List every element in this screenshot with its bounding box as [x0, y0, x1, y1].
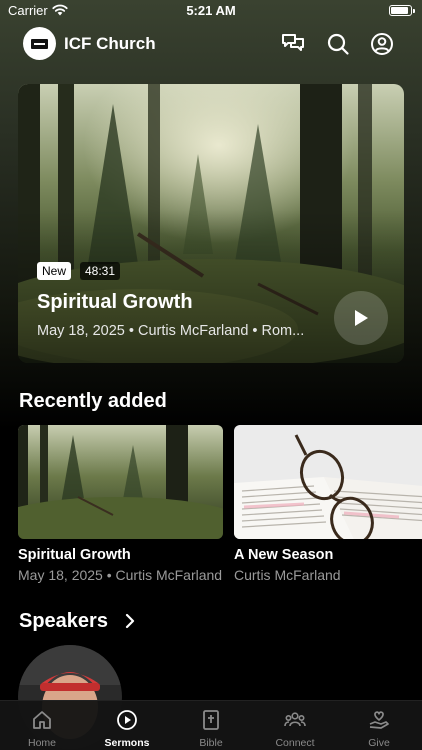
play-circle-icon — [117, 710, 137, 730]
chat-icon — [282, 34, 304, 51]
sermon-thumbnail — [18, 425, 223, 539]
sermon-card[interactable]: Spiritual Growth May 18, 2025 • Curtis M… — [18, 425, 223, 583]
featured-sermon-card[interactable]: New 48:31 Spiritual Growth May 18, 2025 … — [18, 84, 404, 363]
sermon-thumbnail — [234, 425, 422, 539]
sermon-card-title: A New Season — [234, 547, 334, 563]
speakers-heading[interactable]: Speakers — [19, 610, 108, 633]
duration-badge: 48:31 — [80, 262, 121, 280]
play-button[interactable] — [334, 291, 388, 345]
tab-bible-label: Bible — [199, 737, 223, 749]
sermon-card-subtitle: May 18, 2025 • Curtis McFarland — [18, 567, 223, 583]
account-button[interactable] — [369, 31, 395, 57]
hand-heart-icon — [369, 711, 389, 729]
recently-added-heading: Recently added — [19, 390, 167, 412]
home-icon — [33, 711, 51, 729]
app-title: ICF Church — [64, 34, 156, 53]
church-logo[interactable] — [23, 27, 56, 60]
tab-give[interactable]: Give — [337, 701, 421, 750]
tab-give-label: Give — [368, 737, 390, 749]
hero-title: Spiritual Growth — [37, 291, 193, 313]
status-time: 5:21 AM — [186, 3, 236, 18]
chat-button[interactable] — [280, 31, 306, 57]
tab-bar: Home Sermons Bible Connect Give — [0, 700, 422, 750]
tab-home[interactable]: Home — [0, 701, 84, 750]
search-button[interactable] — [325, 31, 351, 57]
tab-bible[interactable]: Bible — [169, 701, 253, 750]
tab-connect-label: Connect — [275, 737, 315, 749]
new-badge: New — [37, 262, 72, 280]
play-icon — [355, 310, 368, 326]
sermon-card[interactable]: A New Season Curtis McFarland — [234, 425, 422, 583]
hero-meta: May 18, 2025 • Curtis McFarland • Rom... — [37, 323, 305, 339]
forest-thumbnail-image — [18, 425, 223, 539]
status-bar: Carrier 5:21 AM — [0, 0, 422, 22]
bible-icon — [203, 710, 219, 730]
sermon-card-subtitle: Curtis McFarland — [234, 567, 341, 583]
tab-sermons[interactable]: Sermons — [85, 701, 169, 750]
search-icon — [327, 33, 349, 55]
tab-home-label: Home — [27, 737, 56, 749]
account-icon — [371, 33, 393, 55]
people-icon — [284, 712, 306, 727]
tab-sermons-label: Sermons — [104, 737, 150, 749]
battery-icon — [389, 5, 415, 16]
chevron-right-icon[interactable] — [123, 612, 137, 630]
glasses-on-book-image — [234, 425, 422, 539]
logo-mark-icon — [31, 38, 48, 49]
app-header: ICF Church — [0, 26, 422, 62]
sermon-card-title: Spiritual Growth — [18, 547, 131, 563]
tab-connect[interactable]: Connect — [253, 701, 337, 750]
